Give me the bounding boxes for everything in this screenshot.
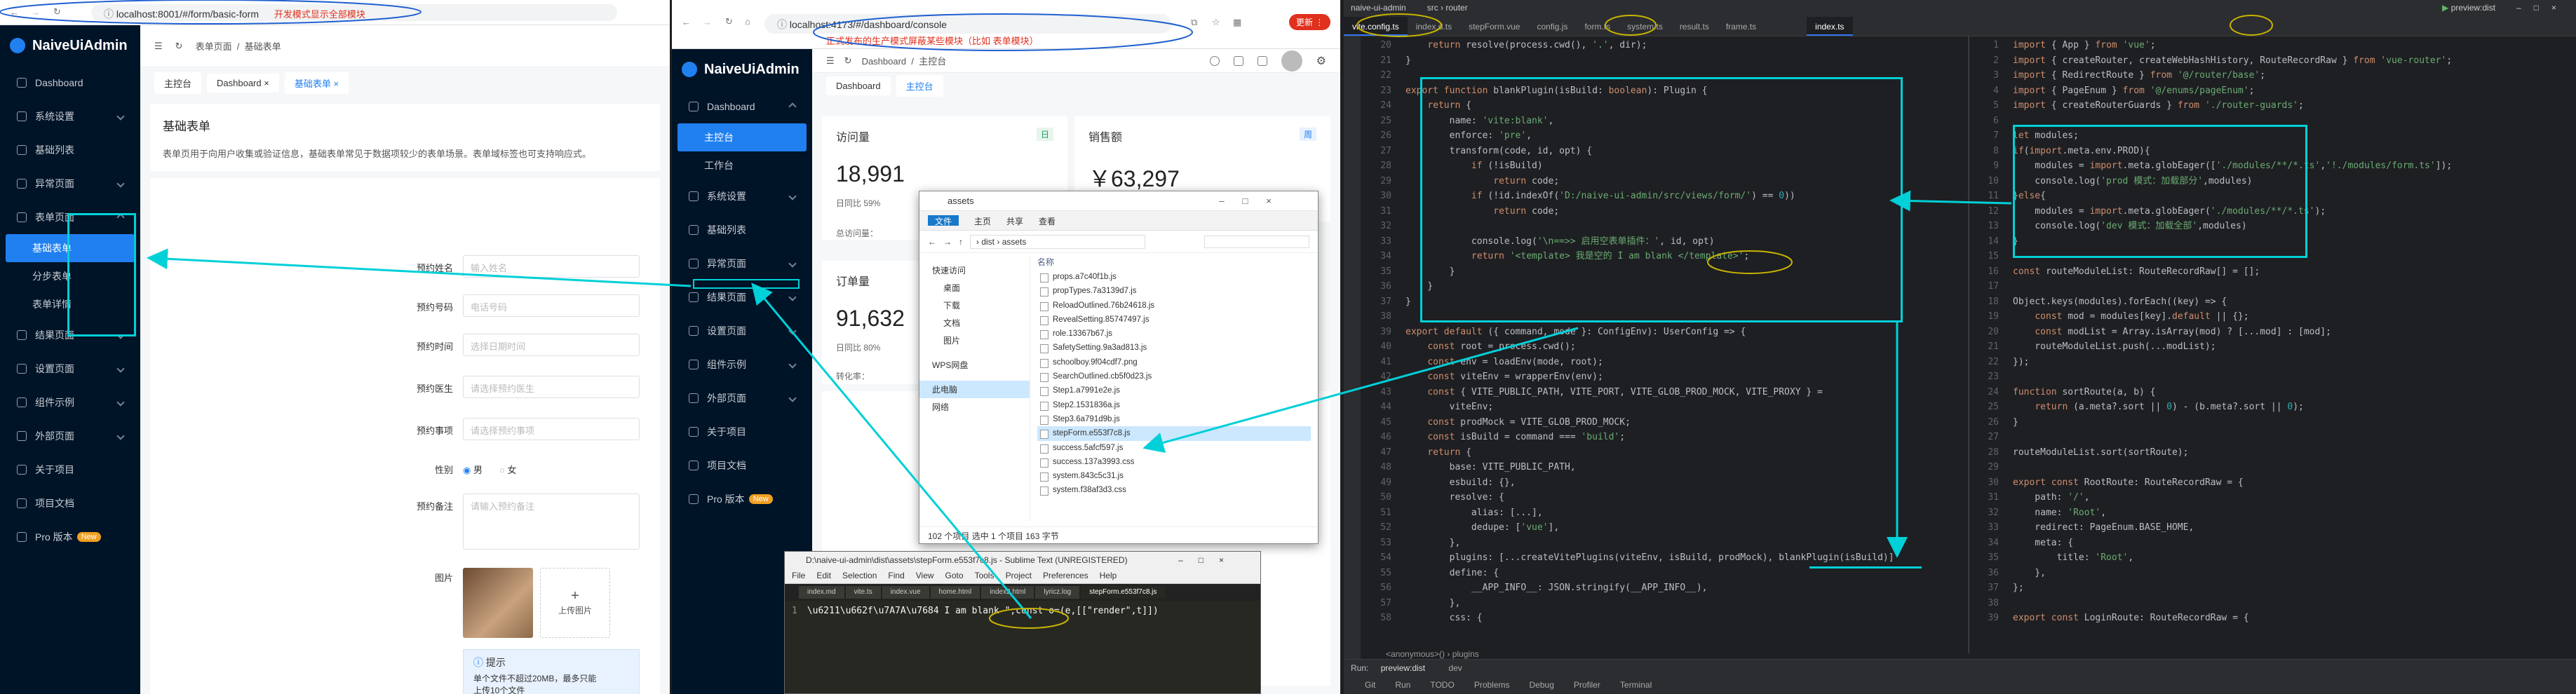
circle-config-tab <box>1605 15 1657 36</box>
arrow-to-plugin-def <box>1889 190 2012 212</box>
circle-dev-url <box>0 0 422 25</box>
circle-index-tab <box>2230 15 2273 36</box>
circle-i-am-blank <box>989 608 1069 629</box>
annotation-arrows <box>0 0 2273 629</box>
arrow-to-menu-gap <box>751 283 1032 619</box>
arrow-to-stepform-file <box>1142 327 1579 454</box>
circle-blank-template <box>1707 250 1793 274</box>
circle-vite-config-tab <box>1356 13 1442 37</box>
circle-prod-url <box>813 13 1193 51</box>
arrow-to-form-menu <box>147 248 692 287</box>
